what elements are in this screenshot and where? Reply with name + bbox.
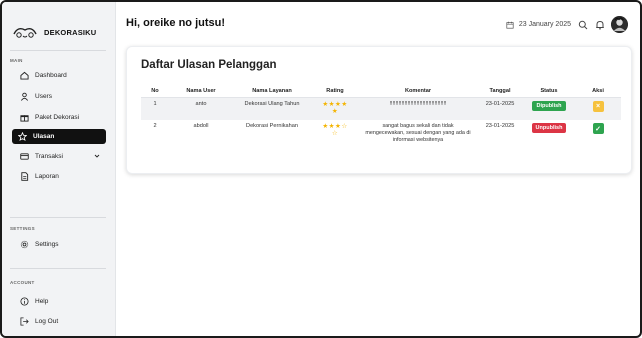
page-greeting: Hi, oreike no jutsu! <box>126 17 226 29</box>
divider <box>10 268 106 269</box>
cell-action: ✓ <box>575 120 621 153</box>
home-icon <box>20 71 29 80</box>
sidebar-item-label: Log Out <box>35 318 59 325</box>
logo-icon <box>13 27 37 38</box>
user-icon <box>20 92 29 101</box>
sidebar-item-settings[interactable]: Settings <box>14 237 106 252</box>
logout-icon <box>20 317 29 326</box>
table-header-row: No Nama User Nama Layanan Rating Komenta… <box>141 85 621 98</box>
gift-icon <box>20 113 29 122</box>
sidebar-item-label: Dashboard <box>35 72 67 79</box>
star-rating: ★★★★ ★ <box>322 100 348 115</box>
star-rating: ★★★☆ ☆ <box>322 123 348 137</box>
sidebar-item-users[interactable]: Users <box>14 89 106 104</box>
reviews-table: No Nama User Nama Layanan Rating Komenta… <box>141 85 621 153</box>
sidebar-item-label: Settings <box>35 241 59 248</box>
cell-rating: ★★★☆ ☆ <box>311 120 359 153</box>
column-header: Aksi <box>575 85 621 98</box>
column-header: Rating <box>311 85 359 98</box>
cell-comment: sangat bagus sekali dan tidak mengecewak… <box>359 120 477 153</box>
sidebar-item-laporan[interactable]: Laporan <box>14 169 106 184</box>
app-window: DEKORASIKU MAIN Dashboard Users Paket De… <box>0 0 642 338</box>
sidebar-item-label: Ulasan <box>33 133 55 140</box>
cell-user: abdoll <box>169 120 233 153</box>
current-date: 23 January 2025 <box>518 21 571 28</box>
section-label-account: ACCOUNT <box>10 280 35 285</box>
status-badge: Dipublish <box>532 100 566 111</box>
card-icon <box>20 152 29 161</box>
sidebar-item-label: Help <box>35 298 49 305</box>
table-row: 2 abdoll Dekorasi Pernikahan ★★★☆ ☆ sang… <box>141 120 621 153</box>
sidebar-item-label: Laporan <box>35 173 59 180</box>
search-icon[interactable] <box>577 19 588 30</box>
cell-rating: ★★★★ ★ <box>311 97 359 120</box>
cell-date: 23-01-2025 <box>477 97 523 120</box>
calendar-icon <box>505 19 516 30</box>
section-label-main: MAIN <box>10 58 23 63</box>
report-icon <box>20 172 29 181</box>
gear-icon <box>20 240 29 249</box>
divider <box>10 217 106 218</box>
bell-icon[interactable] <box>594 19 605 30</box>
header-toolbar: 23 January 2025 <box>505 16 628 33</box>
info-icon <box>20 297 29 306</box>
cell-comment: !!!!!!!!!!!!!!!!!!!!!!!!!!!!!!!!!!!!!! <box>359 97 477 120</box>
cell-user: anto <box>169 97 233 120</box>
brand[interactable]: DEKORASIKU <box>12 24 96 40</box>
sidebar-item-label: Paket Dekorasi <box>35 114 80 121</box>
column-header: No <box>141 85 169 98</box>
date-display: 23 January 2025 <box>505 19 571 30</box>
sidebar: DEKORASIKU MAIN Dashboard Users Paket De… <box>2 2 116 336</box>
unpublish-button[interactable]: × <box>592 100 604 112</box>
sidebar-item-ulasan[interactable]: Ulasan <box>12 129 106 144</box>
sidebar-item-dashboard[interactable]: Dashboard <box>14 68 106 83</box>
cell-service: Dekorasi Ulang Tahun <box>233 97 311 120</box>
column-header: Komentar <box>359 85 477 98</box>
cell-status: Unpublish <box>523 120 575 153</box>
column-header: Nama Layanan <box>233 85 311 98</box>
chevron-down-icon[interactable] <box>94 153 100 161</box>
sidebar-item-transaksi[interactable]: Transaksi <box>14 149 106 164</box>
section-label-settings: SETTINGS <box>10 226 35 231</box>
sidebar-item-label: Transaksi <box>35 153 63 160</box>
cell-date: 23-01-2025 <box>477 120 523 153</box>
cell-action: × <box>575 97 621 120</box>
cell-no: 2 <box>141 120 169 153</box>
reviews-card: Daftar Ulasan Pelanggan No Nama User Nam… <box>126 46 632 174</box>
page-title: Daftar Ulasan Pelanggan <box>141 59 277 71</box>
publish-button[interactable]: ✓ <box>592 123 604 134</box>
sidebar-item-help[interactable]: Help <box>14 294 106 309</box>
status-badge: Unpublish <box>531 123 567 133</box>
column-header: Status <box>523 85 575 98</box>
star-icon <box>18 132 27 141</box>
cell-service: Dekorasi Pernikahan <box>233 120 311 153</box>
cell-status: Dipublish <box>523 97 575 120</box>
sidebar-item-paket-dekorasi[interactable]: Paket Dekorasi <box>14 110 106 125</box>
sidebar-item-label: Users <box>35 93 52 100</box>
column-header: Tanggal <box>477 85 523 98</box>
divider <box>10 50 106 51</box>
brand-name: DEKORASIKU <box>44 27 97 37</box>
cell-no: 1 <box>141 97 169 120</box>
table-row: 1 anto Dekorasi Ulang Tahun ★★★★ ★ !!!!!… <box>141 97 621 120</box>
sidebar-item-logout[interactable]: Log Out <box>14 314 106 329</box>
column-header: Nama User <box>169 85 233 98</box>
avatar[interactable] <box>611 16 628 33</box>
